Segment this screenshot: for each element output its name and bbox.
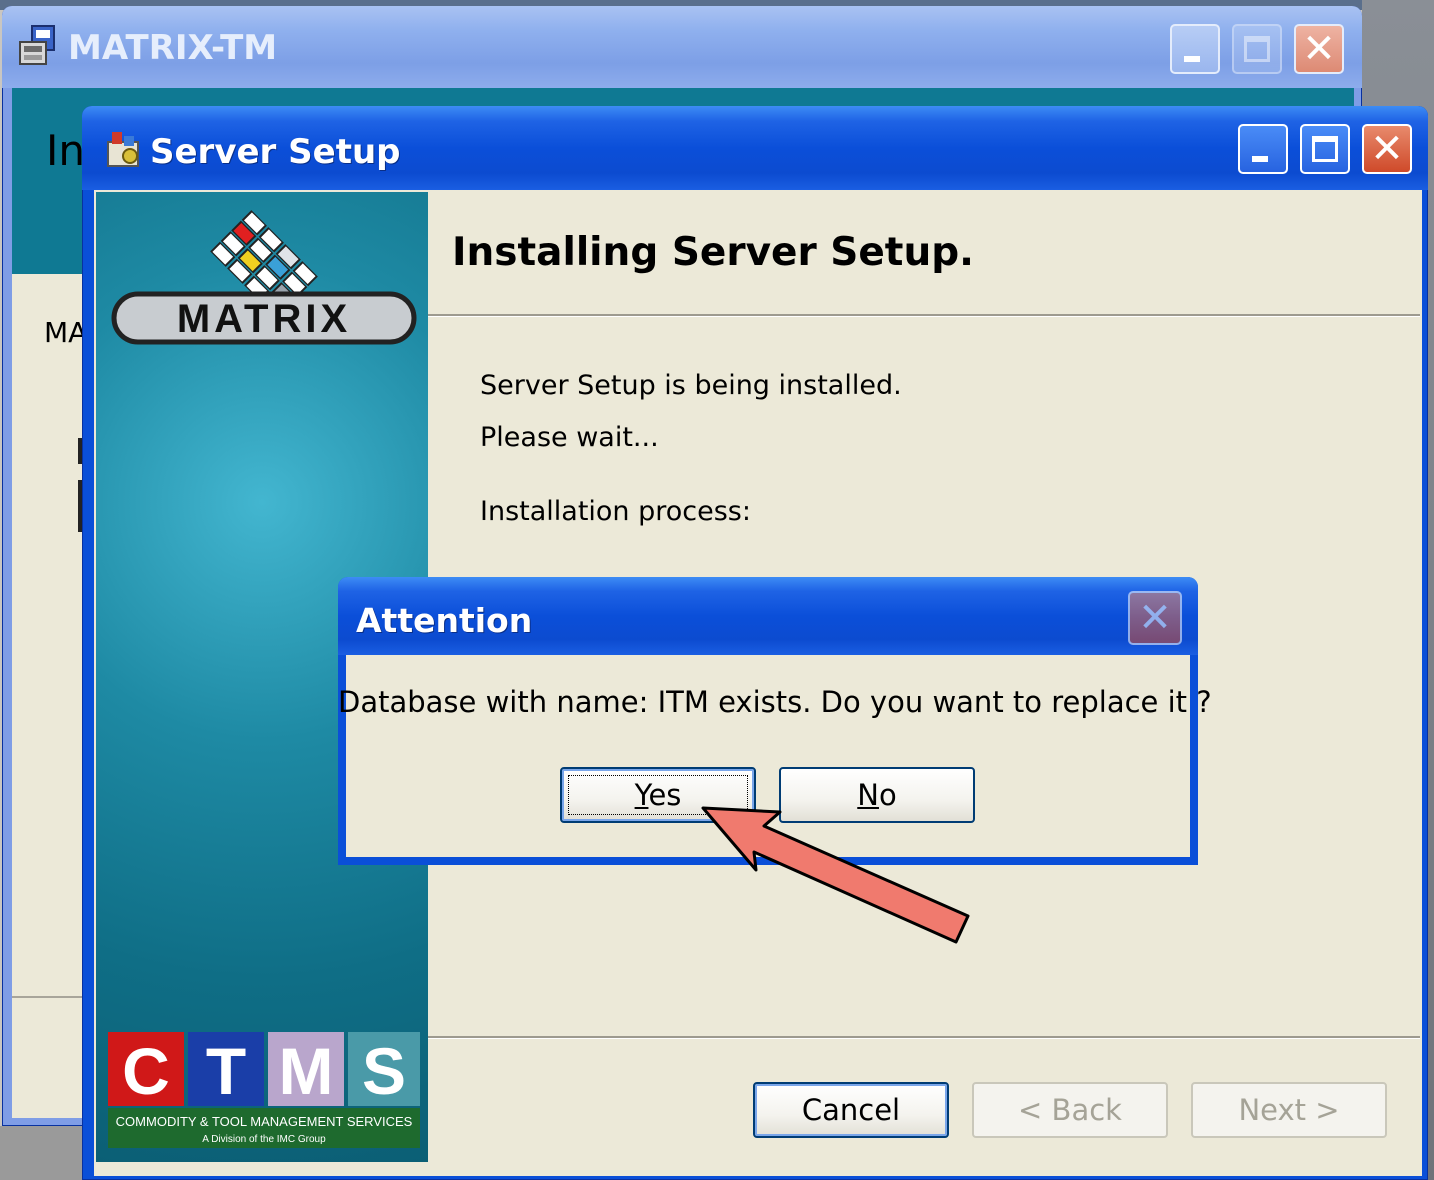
- maximize-icon: [1312, 136, 1338, 162]
- minimize-button[interactable]: [1170, 24, 1220, 74]
- minimize-icon: [1184, 56, 1200, 62]
- minimize-icon: [1252, 156, 1268, 162]
- footer-separator-highlight: [428, 1038, 1420, 1039]
- back-button[interactable]: < Back: [972, 1082, 1168, 1138]
- maximize-icon: [1244, 36, 1270, 62]
- next-button[interactable]: Next >: [1191, 1082, 1387, 1138]
- status-text: Server Setup is being installed.: [480, 370, 902, 401]
- ctms-logo: C T M S COMMODITY & TOOL MANAGEMENT SERV…: [108, 1032, 420, 1148]
- cancel-button[interactable]: Cancel: [753, 1082, 949, 1138]
- ctms-subtitle: A Division of the IMC Group: [202, 1134, 326, 1145]
- minimize-button[interactable]: [1238, 124, 1288, 174]
- window-title: Server Setup: [150, 132, 401, 172]
- setup-icon: [107, 132, 139, 167]
- close-icon: ✕: [1302, 26, 1336, 72]
- matrix-logo: MATRIX: [111, 210, 417, 345]
- dialog-close-button[interactable]: ✕: [1128, 591, 1182, 645]
- yes-button-mnemonic: Y: [634, 778, 649, 812]
- ctms-tagline: COMMODITY & TOOL MANAGEMENT SERVICES: [116, 1114, 413, 1129]
- no-button-mnemonic: N: [857, 778, 879, 812]
- banner-text: In: [46, 126, 86, 175]
- installer-icon: [19, 25, 55, 65]
- matrix-logo-text: MATRIX: [177, 297, 351, 341]
- no-button-label: o: [878, 778, 897, 812]
- no-button[interactable]: No: [779, 767, 975, 823]
- dialog-message: Database with name: ITM exists. Do you w…: [338, 685, 1212, 719]
- close-button[interactable]: ✕: [1362, 124, 1412, 174]
- matrix-tm-titlebar[interactable]: MATRIX-TM ✕: [2, 6, 1362, 88]
- attention-dialog: Attention ✕ Database with name: ITM exis…: [338, 577, 1212, 865]
- header-separator-highlight: [428, 316, 1420, 317]
- progress-label: Installation process:: [480, 496, 751, 527]
- body-text: MA: [44, 316, 88, 349]
- dialog-title: Attention: [356, 601, 533, 640]
- yes-button-label: es: [648, 778, 682, 812]
- server-setup-titlebar[interactable]: Server Setup ✕: [82, 106, 1428, 190]
- close-icon: ✕: [1370, 126, 1404, 172]
- maximize-button[interactable]: [1300, 124, 1350, 174]
- window-title: MATRIX-TM: [68, 28, 278, 68]
- ctms-letter-t: T: [206, 1034, 246, 1108]
- page-title: Installing Server Setup.: [452, 230, 974, 275]
- ctms-letter-m: M: [279, 1034, 334, 1108]
- desktop-background-bottom: [0, 1126, 90, 1180]
- maximize-button[interactable]: [1232, 24, 1282, 74]
- dialog-titlebar[interactable]: Attention ✕: [338, 577, 1198, 655]
- wait-text: Please wait...: [480, 422, 659, 453]
- ctms-letter-s: S: [362, 1034, 406, 1108]
- close-button[interactable]: ✕: [1294, 24, 1344, 74]
- ctms-letter-c: C: [122, 1034, 170, 1108]
- yes-button[interactable]: Yes: [560, 767, 756, 823]
- close-icon: ✕: [1138, 595, 1172, 641]
